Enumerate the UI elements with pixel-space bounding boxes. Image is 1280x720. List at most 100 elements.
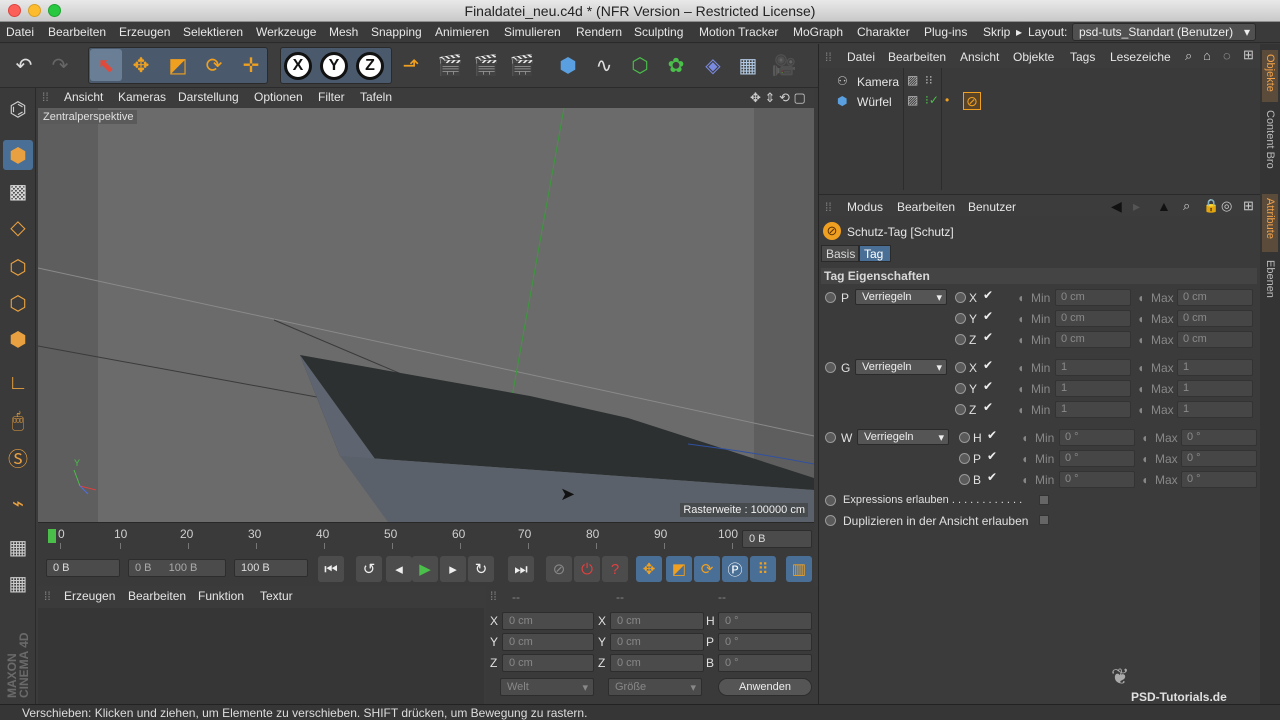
y-axis-lock-icon[interactable]: Y <box>320 52 348 80</box>
menu-erzeugen[interactable]: Erzeugen <box>119 25 170 39</box>
min-toggle-icon[interactable]: ◖ <box>1021 452 1028 466</box>
workplane-grid-icon[interactable]: ▦ <box>3 532 33 562</box>
viewport-menu-darstellung[interactable]: Darstellung <box>178 90 239 104</box>
viewport-menu-filter[interactable]: Filter <box>318 90 345 104</box>
search-icon[interactable]: ⌕ <box>1183 198 1190 214</box>
duplicate-checkbox[interactable] <box>1039 515 1049 525</box>
move-tool-icon[interactable]: ✥ <box>125 49 157 81</box>
record-disabled-icon[interactable]: ⊘ <box>546 556 572 582</box>
home-icon[interactable]: ⌂ <box>1203 48 1211 63</box>
sync-icon[interactable]: ◌ <box>1223 48 1231 63</box>
material-menu-funktion[interactable]: Funktion <box>198 589 244 603</box>
key-scale-icon[interactable]: ◩ <box>666 556 692 582</box>
protection-tag-icon[interactable]: ⊘ <box>963 92 981 110</box>
axis-mode-icon[interactable]: ∟ <box>3 368 33 398</box>
min-toggle-icon[interactable]: ◖ <box>1017 382 1024 396</box>
viewport-menu-optionen[interactable]: Optionen <box>254 90 303 104</box>
enabled-check-icon[interactable]: ⁝✓ <box>925 93 939 107</box>
max-field[interactable]: 1 <box>1177 359 1253 376</box>
max-toggle-icon[interactable]: ◖ <box>1137 291 1144 305</box>
target-icon[interactable]: ◎ <box>1221 198 1232 214</box>
x-axis-lock-icon[interactable]: X <box>284 52 312 80</box>
new-window-icon[interactable]: ⊞ <box>1243 198 1254 214</box>
forward-arrow-icon[interactable]: ▸ <box>1133 198 1140 215</box>
group-radio[interactable] <box>825 432 836 443</box>
size-y-field[interactable]: 0 cm <box>610 633 704 651</box>
apply-button[interactable]: Anwenden <box>718 678 812 696</box>
z-axis-lock-icon[interactable]: Z <box>356 52 384 80</box>
texture-mode-icon[interactable]: ▩ <box>3 176 33 206</box>
position-z-field[interactable]: 0 cm <box>502 654 594 672</box>
axis-radio[interactable] <box>955 404 966 415</box>
object-list[interactable]: ⚇ Kamera ▨ ⁝⁝ ⬢ Würfel ▨ ⁝✓ • ⊘ <box>819 68 1261 190</box>
max-field[interactable]: 0 ° <box>1181 471 1257 488</box>
mode-select-p[interactable]: Verriegeln ▾ <box>855 289 947 305</box>
transform-tool-icon[interactable]: ✛ <box>235 49 267 81</box>
menu-datei[interactable]: Datei <box>6 25 34 39</box>
tab-objekte[interactable]: Objekte <box>1262 50 1278 102</box>
polygons-mode-icon[interactable]: ⬢ <box>3 324 33 354</box>
min-field[interactable]: 1 <box>1055 359 1131 376</box>
timeline-window-icon[interactable]: ▥ <box>786 556 812 582</box>
max-toggle-icon[interactable]: ◖ <box>1137 361 1144 375</box>
max-field[interactable]: 0 ° <box>1181 450 1257 467</box>
tab-basis[interactable]: Basis <box>821 245 859 262</box>
menu-werkzeuge[interactable]: Werkzeuge <box>256 25 316 39</box>
key-rotation-icon[interactable]: ⟳ <box>694 556 720 582</box>
key-pla-icon[interactable]: ⠿ <box>750 556 776 582</box>
max-toggle-icon[interactable]: ◖ <box>1137 403 1144 417</box>
tab-content-browser[interactable]: Content Bro <box>1262 106 1278 178</box>
material-menu-textur[interactable]: Textur <box>260 589 293 603</box>
floor-icon[interactable]: ▦ <box>732 49 764 81</box>
visibility-icon[interactable]: ▨ <box>907 93 918 107</box>
tab-tag[interactable]: Tag <box>859 245 891 262</box>
preview-range-field[interactable]: 0 B 100 B <box>128 559 226 577</box>
key-position-icon[interactable]: ✥ <box>636 556 662 582</box>
rotate-tool-icon[interactable]: ⟳ <box>198 49 230 81</box>
cube-object-icon[interactable]: ⬢ <box>552 49 584 81</box>
redo-icon[interactable]: ↷ <box>44 49 76 81</box>
size-x-field[interactable]: 0 cm <box>610 612 704 630</box>
next-key-icon[interactable]: ↻ <box>468 556 494 582</box>
min-field[interactable]: 0 ° <box>1059 450 1135 467</box>
axis-checkbox[interactable]: ✔ <box>987 449 997 463</box>
timeline-ruler[interactable]: 0 10 20 30 40 50 60 70 80 90 100 0 B <box>38 522 814 552</box>
max-field[interactable]: 0 cm <box>1177 289 1253 306</box>
snapping-icon[interactable]: Ⓢ <box>3 442 33 472</box>
menu-bearbeiten[interactable]: Bearbeiten <box>48 25 106 39</box>
coordinate-system-icon[interactable]: ⬏ <box>395 49 427 81</box>
magnet-icon[interactable]: ⌁ <box>3 488 33 518</box>
make-editable-icon[interactable]: ⌬ <box>3 94 33 124</box>
min-field[interactable]: 0 cm <box>1055 331 1131 348</box>
deformer-icon[interactable]: ◈ <box>697 49 729 81</box>
rotation-b-field[interactable]: 0 ° <box>718 654 812 672</box>
axis-checkbox[interactable]: ✔ <box>983 330 993 344</box>
duplicate-radio[interactable] <box>825 515 836 526</box>
axis-radio[interactable] <box>955 334 966 345</box>
mode-select-g[interactable]: Verriegeln ▾ <box>855 359 947 375</box>
max-toggle-icon[interactable]: ◖ <box>1137 312 1144 326</box>
axis-checkbox[interactable]: ✔ <box>983 309 993 323</box>
lock-icon[interactable]: 🔒 <box>1203 198 1219 214</box>
points-mode-icon[interactable]: ⬡ <box>3 252 33 282</box>
mode-select-w[interactable]: Verriegeln ▾ <box>857 429 949 445</box>
min-toggle-icon[interactable]: ◖ <box>1017 403 1024 417</box>
group-radio[interactable] <box>825 292 836 303</box>
record-keys-icon[interactable]: ⏻ <box>574 556 600 582</box>
min-field[interactable]: 0 ° <box>1059 471 1135 488</box>
back-arrow-icon[interactable]: ◀ <box>1111 198 1122 215</box>
menu-snapping[interactable]: Snapping <box>371 25 422 39</box>
objects-menu-bearbeiten[interactable]: Bearbeiten <box>888 50 946 64</box>
attributes-menu-bearbeiten[interactable]: Bearbeiten <box>897 200 955 214</box>
rotation-h-field[interactable]: 0 ° <box>718 612 812 630</box>
tweak-mode-icon[interactable]: 🖱 <box>3 406 33 436</box>
material-menu-bearbeiten[interactable]: Bearbeiten <box>128 589 186 603</box>
axis-radio[interactable] <box>955 362 966 373</box>
key-parameter-icon[interactable]: Ⓟ <box>722 556 748 582</box>
menu-rendern[interactable]: Rendern <box>576 25 622 39</box>
max-toggle-icon[interactable]: ◖ <box>1141 431 1148 445</box>
object-kamera[interactable]: Kamera <box>857 75 899 89</box>
min-field[interactable]: 0 ° <box>1059 429 1135 446</box>
objects-menu-datei[interactable]: Datei <box>847 50 875 64</box>
workplane-mode-icon[interactable]: ◇ <box>3 212 33 242</box>
